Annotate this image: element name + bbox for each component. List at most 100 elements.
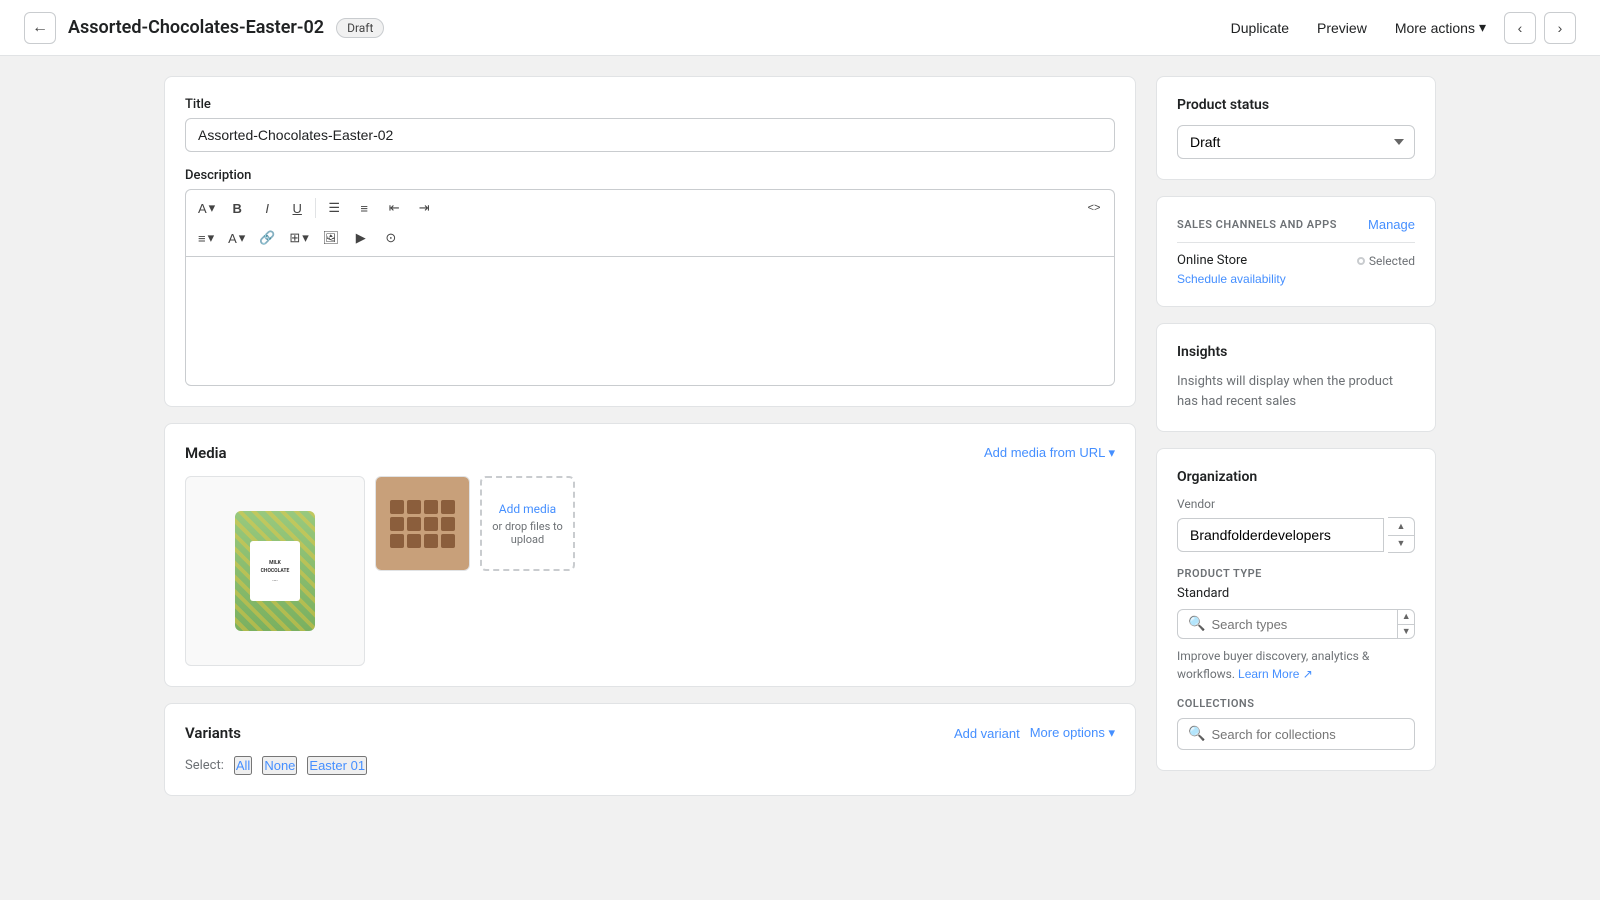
font-icon: A — [198, 201, 207, 216]
variants-card: Variants Add variant More options ▾ Sele… — [164, 703, 1136, 796]
title-field-label: Title — [185, 97, 1115, 112]
underline-button[interactable]: U — [283, 194, 311, 222]
title-description-card: Title Description A ▾ B I U ☰ — [164, 76, 1136, 407]
back-button[interactable]: ← — [24, 12, 56, 44]
variants-header: Variants Add variant More options ▾ — [185, 724, 1115, 742]
vendor-field-wrap: ▲ ▼ — [1177, 517, 1415, 553]
preview-button[interactable]: Preview — [1307, 14, 1377, 42]
back-arrow-icon: ← — [32, 19, 48, 37]
media-header: Media Add media from URL ▾ — [185, 444, 1115, 462]
title-input[interactable] — [185, 118, 1115, 152]
store-name: Online Store — [1177, 253, 1247, 268]
font-select-button[interactable]: A ▾ — [192, 194, 221, 222]
product-status-title: Product status — [1177, 97, 1415, 113]
vendor-label: Vendor — [1177, 497, 1415, 511]
sales-channels-label: SALES CHANNELS AND APPS — [1177, 218, 1337, 231]
types-down-icon[interactable]: ▼ — [1398, 625, 1414, 639]
more-insert-button[interactable]: ⊙ — [377, 224, 405, 252]
status-select[interactable]: Draft Active — [1177, 125, 1415, 159]
vendor-input[interactable] — [1177, 518, 1384, 552]
learn-more-button[interactable]: Learn More ↗ — [1238, 667, 1313, 681]
product-type-label: PRODUCT TYPE — [1177, 567, 1415, 580]
vendor-spinner[interactable]: ▲ ▼ — [1388, 517, 1415, 553]
header-actions: Duplicate Preview More actions ▾ ‹ › — [1221, 12, 1576, 44]
variants-actions: Add variant More options ▾ — [954, 725, 1115, 741]
media-grid: Milk Chocolate •••• — [185, 476, 1115, 666]
media-section-title: Media — [185, 444, 227, 462]
insights-description: Insights will display when the product h… — [1177, 372, 1415, 411]
main-layout: Title Description A ▾ B I U ☰ — [140, 56, 1460, 816]
schedule-availability-button[interactable]: Schedule availability — [1177, 272, 1286, 286]
align-select-button[interactable]: ≡ ▾ — [192, 224, 220, 252]
media-item-main[interactable]: Milk Chocolate •••• — [185, 476, 365, 666]
select-easter-button[interactable]: Easter 01 — [307, 756, 367, 775]
prev-nav-button[interactable]: ‹ — [1504, 12, 1536, 44]
types-spinner[interactable]: ▲ ▼ — [1397, 610, 1414, 638]
more-options-button[interactable]: More options ▾ — [1030, 725, 1115, 741]
search-types-input[interactable] — [1211, 617, 1387, 632]
page-title: Assorted-Chocolates-Easter-02 — [68, 17, 324, 38]
source-code-button[interactable]: <> — [1080, 194, 1108, 222]
toolbar-row-2: ≡ ▾ A ▾ 🔗 ⊞ ▾ 🖼 ▶ — [192, 224, 1108, 252]
improve-text: Improve buyer discovery, analytics & wor… — [1177, 647, 1415, 683]
search-collections-icon: 🔍 — [1188, 726, 1205, 742]
description-editor[interactable] — [185, 256, 1115, 386]
description-section: Description A ▾ B I U ☰ ≡ ⇤ ⇥ — [185, 168, 1115, 386]
insights-card: Insights Insights will display when the … — [1156, 323, 1436, 432]
next-nav-button[interactable]: › — [1544, 12, 1576, 44]
vendor-up-icon[interactable]: ▲ — [1388, 518, 1414, 536]
bold-button[interactable]: B — [223, 194, 251, 222]
select-all-button[interactable]: All — [234, 756, 252, 775]
product-type-value: Standard — [1177, 586, 1415, 601]
add-media-link[interactable]: Add media — [499, 502, 556, 516]
collections-search-wrap: 🔍 — [1177, 718, 1415, 750]
drop-text: or drop files to upload — [488, 520, 567, 546]
add-media-url-button[interactable]: Add media from URL ▾ — [984, 445, 1115, 461]
vendor-down-icon[interactable]: ▼ — [1388, 536, 1414, 553]
select-none-button[interactable]: None — [262, 756, 297, 775]
video-insert-button[interactable]: ▶ — [347, 224, 375, 252]
media-card: Media Add media from URL ▾ Milk Chocolat… — [164, 423, 1136, 687]
organization-title: Organization — [1177, 469, 1415, 485]
search-types-row: 🔍 ▲ ▼ — [1177, 609, 1415, 639]
link-button[interactable]: 🔗 — [253, 224, 281, 252]
editor-toolbar: A ▾ B I U ☰ ≡ ⇤ ⇥ <> — [185, 189, 1115, 256]
description-label: Description — [185, 168, 1115, 183]
italic-button[interactable]: I — [253, 194, 281, 222]
organization-card: Organization Vendor ▲ ▼ PRODUCT TYPE Sta… — [1156, 448, 1436, 771]
text-color-icon: A — [228, 231, 237, 246]
selected-badge: Selected — [1357, 254, 1415, 268]
right-column: Product status Draft Active SALES CHANNE… — [1156, 76, 1436, 796]
types-up-icon[interactable]: ▲ — [1398, 610, 1414, 625]
toolbar-row-1: A ▾ B I U ☰ ≡ ⇤ ⇥ <> — [192, 194, 1108, 222]
divider — [1177, 242, 1415, 243]
media-item-thumb[interactable] — [375, 476, 470, 571]
table-icon: ⊞ — [289, 230, 300, 246]
selected-dot-icon — [1357, 257, 1365, 265]
indent-right-button[interactable]: ⇥ — [410, 194, 438, 222]
table-chevron-icon: ▾ — [302, 230, 309, 246]
text-color-button[interactable]: A ▾ — [222, 224, 251, 252]
media-upload-dropzone[interactable]: Add media or drop files to upload — [480, 476, 575, 571]
search-collections-input[interactable] — [1211, 727, 1404, 742]
table-button[interactable]: ⊞ ▾ — [283, 224, 314, 252]
manage-button[interactable]: Manage — [1368, 217, 1415, 232]
ordered-list-button[interactable]: ≡ — [350, 194, 378, 222]
indent-left-button[interactable]: ⇤ — [380, 194, 408, 222]
duplicate-button[interactable]: Duplicate — [1221, 14, 1299, 42]
select-row: Select: All None Easter 01 — [185, 756, 1115, 775]
align-icon: ≡ — [198, 231, 206, 246]
bullet-list-button[interactable]: ☰ — [320, 194, 348, 222]
more-actions-button[interactable]: More actions ▾ — [1385, 13, 1496, 42]
select-label: Select: — [185, 758, 224, 773]
thumbnail-image — [376, 477, 469, 570]
align-chevron-icon: ▾ — [208, 230, 215, 246]
add-variant-button[interactable]: Add variant — [954, 726, 1020, 741]
sales-channels-card: SALES CHANNELS AND APPS Manage Online St… — [1156, 196, 1436, 307]
product-image: Milk Chocolate •••• — [235, 511, 315, 631]
insights-title: Insights — [1177, 344, 1415, 360]
text-color-chevron-icon: ▾ — [239, 230, 246, 246]
image-insert-button[interactable]: 🖼 — [317, 224, 345, 252]
chevron-down-icon: ▾ — [1479, 19, 1486, 36]
top-bar: ← Assorted-Chocolates-Easter-02 Draft Du… — [0, 0, 1600, 56]
